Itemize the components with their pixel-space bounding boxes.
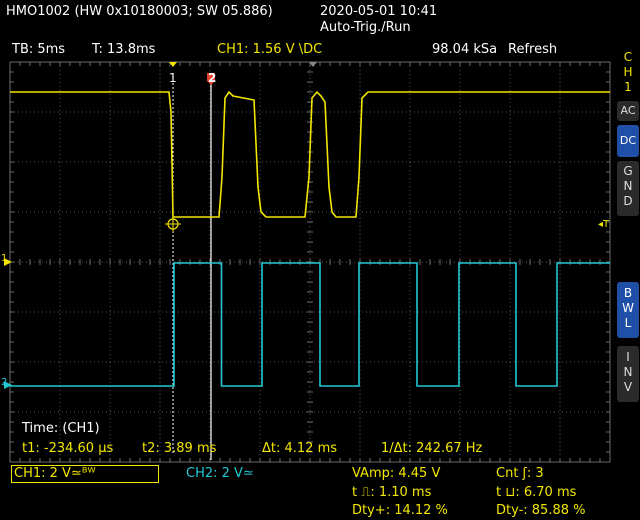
inv-button[interactable]: I N V xyxy=(617,346,639,402)
duty-neg-measurement: Dty-: 85.88 % xyxy=(496,503,586,518)
dc-coupling-button[interactable]: DC xyxy=(617,125,639,157)
cursor-t2-value: t2: 3.89 ms xyxy=(142,441,217,456)
sample-rate: 98.04 kSa xyxy=(432,42,498,57)
channel-label-c: C xyxy=(623,50,633,64)
bwl-letter-w: W xyxy=(622,301,634,315)
measurement-title: Time: (CH1) xyxy=(22,421,100,436)
ch2-scale-label[interactable]: CH2: 2 V≃ xyxy=(186,466,254,482)
bwl-button[interactable]: B W L xyxy=(617,282,639,338)
duty-pos-measurement: Dty+: 14.12 % xyxy=(352,503,448,518)
bwl-letter-l: L xyxy=(624,316,632,330)
bwl-letter-b: B xyxy=(623,286,633,300)
count-measurement: Cnt ʃ: 3 xyxy=(496,466,544,481)
cursor-inv-delta-t-value: 1/Δt: 242.67 Hz xyxy=(381,441,483,456)
ch1-scale-label: CH1: 2 V≃ᴮᵂ xyxy=(14,466,96,481)
vamp-measurement: VAmp: 4.45 V xyxy=(352,466,441,481)
device-info: HMO1002 (HW 0x10180003; SW 05.886) xyxy=(6,4,273,19)
trigger-mode: Auto-Trig./Run xyxy=(320,20,411,35)
acquisition-mode[interactable]: Refresh xyxy=(508,42,557,58)
cursor-1-label[interactable]: 1 xyxy=(169,71,177,85)
channel-label-h: H xyxy=(623,65,633,79)
ch1-ground-label: 1 xyxy=(1,253,8,264)
gnd-button[interactable]: G N D xyxy=(617,161,639,216)
timebase-label[interactable]: TB: 5ms xyxy=(12,42,65,58)
channel-indicator: C H 1 xyxy=(617,50,639,98)
channel-label-1: 1 xyxy=(624,80,632,94)
ch1-scale-box[interactable]: CH1: 2 V≃ᴮᵂ xyxy=(11,465,159,483)
inv-letter-i: I xyxy=(626,350,630,364)
gnd-letter-d: D xyxy=(623,194,633,208)
inv-letter-v: V xyxy=(623,380,633,394)
inv-letter-n: N xyxy=(623,365,633,379)
cursor-t1-value: t1: -234.60 µs xyxy=(22,441,114,456)
trigger-time-label[interactable]: T: 13.8ms xyxy=(92,42,155,58)
cursor-2-label[interactable]: 2 xyxy=(208,71,216,85)
neg-pulse-width-measurement: t ⊔: 6.70 ms xyxy=(496,485,577,500)
trigger-level-label: ◂T xyxy=(598,219,610,230)
ac-coupling-button[interactable]: AC xyxy=(617,101,639,121)
pos-pulse-width-measurement: t ⎍: 1.10 ms xyxy=(352,485,432,500)
cursor-delta-t-value: Δt: 4.12 ms xyxy=(262,441,338,456)
datetime: 2020-05-01 10:41 xyxy=(320,4,438,19)
gnd-letter-g: G xyxy=(623,164,633,178)
ch1-trigger-setting[interactable]: CH1: 1.56 V \DC xyxy=(217,42,322,58)
ch2-ground-label: 2 xyxy=(1,377,8,388)
gnd-letter-n: N xyxy=(623,179,633,193)
